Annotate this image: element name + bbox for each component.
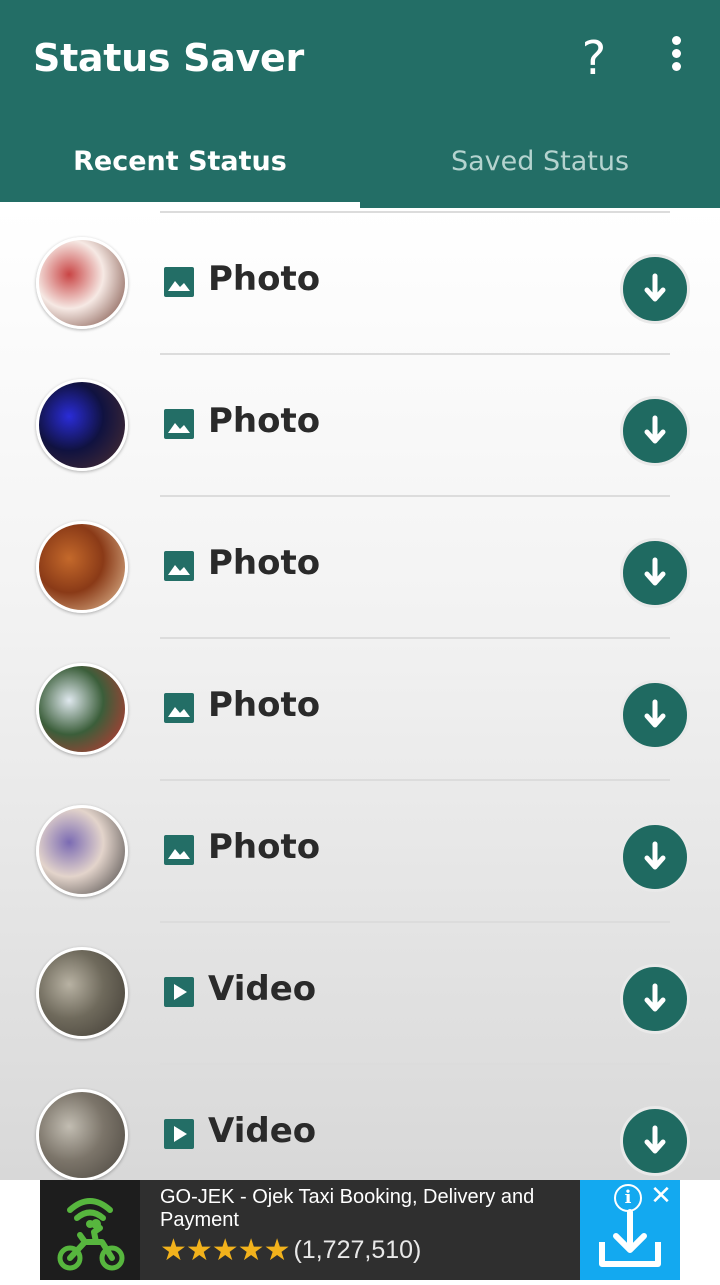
ad-banner[interactable]: GO-JEK - Ojek Taxi Booking, Delivery and… <box>40 1180 680 1280</box>
status-type-label: Photo <box>208 259 321 299</box>
help-icon[interactable]: ? <box>574 30 614 86</box>
status-type-label: Video <box>208 1111 317 1151</box>
status-row[interactable]: Video <box>0 1063 720 1180</box>
arrow-down-icon <box>644 841 666 870</box>
status-type-label: Photo <box>208 685 321 725</box>
status-type-label: Video <box>208 969 317 1009</box>
arrow-down-icon <box>644 557 666 586</box>
download-button[interactable] <box>620 680 690 750</box>
rating-count: (1,727,510) <box>293 1235 422 1264</box>
gojek-logo <box>40 1180 140 1280</box>
arrow-down-icon <box>644 273 666 302</box>
status-thumbnail[interactable] <box>36 521 128 613</box>
arrow-down-icon <box>644 415 666 444</box>
ad-close-icon[interactable]: ✕ <box>648 1182 674 1210</box>
status-thumbnail[interactable] <box>36 1089 128 1180</box>
status-thumbnail[interactable] <box>36 805 128 897</box>
app-bar: Status Saver ? Recent Status Saved Statu… <box>0 0 720 208</box>
ad-info-icon[interactable]: i <box>614 1184 642 1212</box>
image-icon <box>164 551 194 581</box>
status-row[interactable]: Photo <box>0 637 720 779</box>
video-icon <box>164 977 194 1007</box>
ad-rating: ★★★★★ (1,727,510) <box>160 1232 421 1268</box>
download-button[interactable] <box>620 964 690 1034</box>
list-divider <box>160 637 670 639</box>
download-button[interactable] <box>620 254 690 324</box>
status-row[interactable]: Photo <box>0 353 720 495</box>
status-thumbnail[interactable] <box>36 379 128 471</box>
image-icon <box>164 267 194 297</box>
download-button[interactable] <box>620 396 690 466</box>
status-row[interactable]: Video <box>0 921 720 1063</box>
app-title: Status Saver <box>33 36 304 80</box>
list-divider <box>160 495 670 497</box>
image-icon <box>164 693 194 723</box>
list-divider <box>160 1063 670 1065</box>
image-icon <box>164 409 194 439</box>
status-type-label: Photo <box>208 827 321 867</box>
status-thumbnail[interactable] <box>36 947 128 1039</box>
tab-recent-status[interactable]: Recent Status <box>0 132 360 192</box>
arrow-down-icon <box>644 1125 666 1154</box>
download-button[interactable] <box>620 538 690 608</box>
status-row[interactable]: Photo <box>0 211 720 353</box>
status-list[interactable]: Photo Photo Photo Photo Photo Video Video <box>0 208 720 1180</box>
rating-stars: ★★★★★ <box>160 1232 290 1268</box>
status-thumbnail[interactable] <box>36 663 128 755</box>
status-type-label: Photo <box>208 401 321 441</box>
image-icon <box>164 835 194 865</box>
status-row[interactable]: Photo <box>0 779 720 921</box>
list-divider <box>160 779 670 781</box>
list-divider <box>160 353 670 355</box>
download-button[interactable] <box>620 1106 690 1176</box>
ad-title: GO-JEK - Ojek Taxi Booking, Delivery and… <box>160 1186 535 1231</box>
status-type-label: Photo <box>208 543 321 583</box>
list-divider <box>160 921 670 923</box>
download-button[interactable] <box>620 822 690 892</box>
arrow-down-icon <box>644 699 666 728</box>
status-row[interactable]: Photo <box>0 495 720 637</box>
tab-saved-status[interactable]: Saved Status <box>360 132 720 192</box>
video-icon <box>164 1119 194 1149</box>
more-options-icon[interactable] <box>664 36 688 80</box>
arrow-down-icon <box>644 983 666 1012</box>
status-thumbnail[interactable] <box>36 237 128 329</box>
